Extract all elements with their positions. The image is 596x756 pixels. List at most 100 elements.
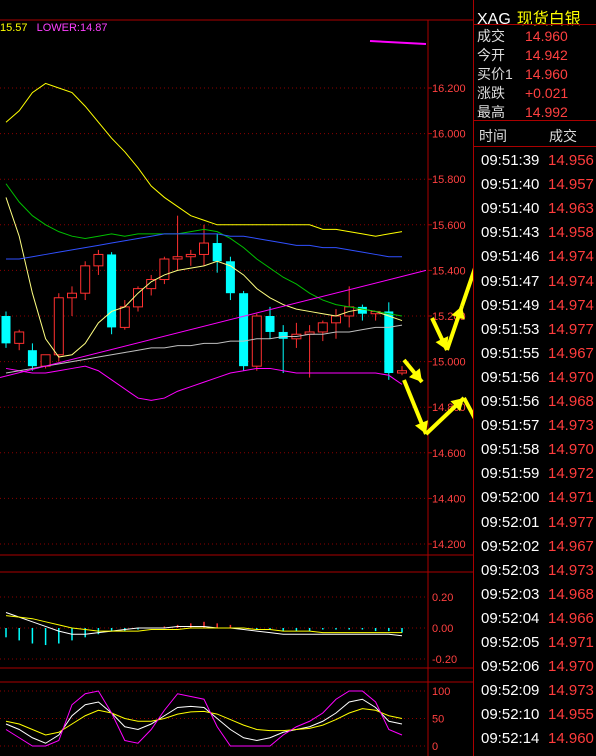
- candle-body: [185, 253, 196, 258]
- ticks-header: 时间 成交: [479, 126, 577, 146]
- quote-label: 最高: [477, 104, 505, 120]
- quote-row: 成交 14.960: [477, 26, 568, 46]
- tick-row: 09:51:39 14.956: [481, 152, 594, 169]
- tick-time: 09:52:01: [481, 513, 540, 531]
- quote-value: +0.021: [525, 85, 569, 101]
- quote-value: 14.960: [525, 28, 568, 44]
- quote-value: 14.942: [525, 47, 568, 63]
- tick-time: 09:52:09: [481, 682, 540, 700]
- candle-body: [212, 243, 222, 262]
- bollinger-mid-value: 15.57: [0, 22, 28, 34]
- candle-body: [40, 354, 51, 367]
- price-axis-label: 15.000: [432, 357, 466, 369]
- tick-row: 09:51:58 14.970: [481, 441, 594, 458]
- kdj-axis-label: 50: [432, 714, 444, 726]
- tick-time: 09:51:43: [481, 224, 540, 242]
- candle-body: [357, 306, 367, 314]
- tick-price: 14.958: [548, 224, 594, 242]
- tick-time: 09:51:58: [481, 441, 540, 459]
- kdj-axis-label: 100: [432, 686, 450, 698]
- tick-price: 14.966: [548, 609, 594, 627]
- candle-body: [107, 254, 117, 328]
- tick-time: 09:52:05: [481, 634, 540, 651]
- tick-price: 14.956: [548, 152, 594, 169]
- bollinger-upper-line: [5, 82, 403, 237]
- price-axis-label: 15.800: [432, 174, 466, 186]
- tick-price: 14.968: [548, 585, 594, 603]
- quote-label: 成交: [477, 28, 505, 44]
- tick-price: 14.974: [548, 296, 594, 314]
- tick-row: 09:52:10 14.955: [481, 706, 594, 723]
- bollinger-lower-line: [5, 365, 403, 401]
- tick-row: 09:52:03 14.968: [481, 586, 594, 603]
- macd-axis-label: 0.00: [432, 623, 453, 635]
- quote-value: 14.960: [525, 66, 568, 82]
- price-axis-label: 15.600: [432, 220, 466, 232]
- tick-row: 09:51:49 14.974: [481, 297, 594, 314]
- tick-price: 14.970: [548, 441, 594, 459]
- tick-time: 09:51:56: [481, 368, 540, 386]
- tick-row: 09:51:56 14.970: [481, 369, 594, 386]
- candle-body: [133, 288, 143, 308]
- tick-row: 09:52:00 14.971: [481, 489, 594, 506]
- candle-body: [172, 256, 183, 260]
- tick-row: 09:51:55 14.967: [481, 345, 594, 362]
- tick-row: 09:51:46 14.974: [481, 248, 594, 265]
- chart-area[interactable]: 16.20016.00015.80015.60015.40015.20015.0…: [0, 0, 474, 756]
- tick-row: 09:51:59 14.972: [481, 465, 594, 482]
- tick-time: 09:51:39: [481, 152, 540, 169]
- tick-price: 14.963: [548, 200, 594, 218]
- candle-body: [317, 322, 328, 333]
- ticks-header-time: 时间: [479, 128, 507, 144]
- tick-price: 14.970: [548, 658, 594, 676]
- tick-price: 14.977: [548, 320, 594, 338]
- tick-price: 14.973: [548, 561, 594, 579]
- quote-value: 14.992: [525, 104, 568, 120]
- quote-label: 今开: [477, 47, 505, 63]
- tick-time: 09:52:10: [481, 706, 540, 724]
- tick-price: 14.971: [548, 489, 594, 507]
- bollinger-indicator-bar: 15.57 LOWER:14.87: [0, 22, 108, 34]
- tick-time: 09:52:04: [481, 609, 540, 627]
- tick-price: 14.955: [548, 706, 594, 724]
- tick-row: 09:51:43 14.958: [481, 224, 594, 241]
- tick-price: 14.974: [548, 248, 594, 266]
- tick-time: 09:52:03: [481, 561, 540, 579]
- candle-body: [251, 315, 262, 367]
- candle-body: [331, 315, 341, 324]
- candle-body: [27, 350, 37, 367]
- macd-axis-label: 0.20: [432, 592, 453, 604]
- kdj-axis-label: 0: [432, 741, 438, 753]
- price-axis-label: 14.400: [432, 493, 466, 505]
- quote-row: 涨跌 +0.021: [477, 83, 568, 103]
- tick-price: 14.967: [548, 537, 594, 555]
- tick-price: 14.970: [548, 368, 594, 386]
- tick-row: 09:52:01 14.977: [481, 514, 594, 531]
- tick-time: 09:52:14: [481, 730, 540, 748]
- tick-row: 09:52:04 14.966: [481, 610, 594, 627]
- divider: [474, 24, 596, 25]
- tick-row: 09:51:47 14.974: [481, 273, 594, 290]
- tick-time: 09:51:56: [481, 393, 540, 410]
- tick-time: 09:52:00: [481, 489, 540, 507]
- candle-body: [278, 331, 288, 339]
- tick-time: 09:51:40: [481, 176, 540, 194]
- tick-time: 09:51:40: [481, 200, 540, 218]
- tick-row: 09:51:40 14.957: [481, 176, 594, 193]
- quote-label: 买价1: [477, 66, 513, 82]
- price-axis-label: 15.400: [432, 265, 466, 277]
- tick-price: 14.977: [548, 513, 594, 531]
- tick-time: 09:51:57: [481, 417, 540, 435]
- tick-row: 09:52:03 14.973: [481, 562, 594, 579]
- divider: [474, 146, 596, 147]
- candle-body: [119, 306, 130, 328]
- tick-price: 14.973: [548, 682, 594, 700]
- candle-body: [53, 297, 64, 356]
- tick-time: 09:52:06: [481, 658, 540, 676]
- tick-price: 14.972: [548, 465, 594, 483]
- divider: [474, 120, 596, 121]
- candle-body: [14, 331, 25, 344]
- tick-time: 09:51:53: [481, 320, 540, 338]
- tick-row: 09:51:56 14.968: [481, 393, 594, 410]
- candle-body: [93, 253, 104, 267]
